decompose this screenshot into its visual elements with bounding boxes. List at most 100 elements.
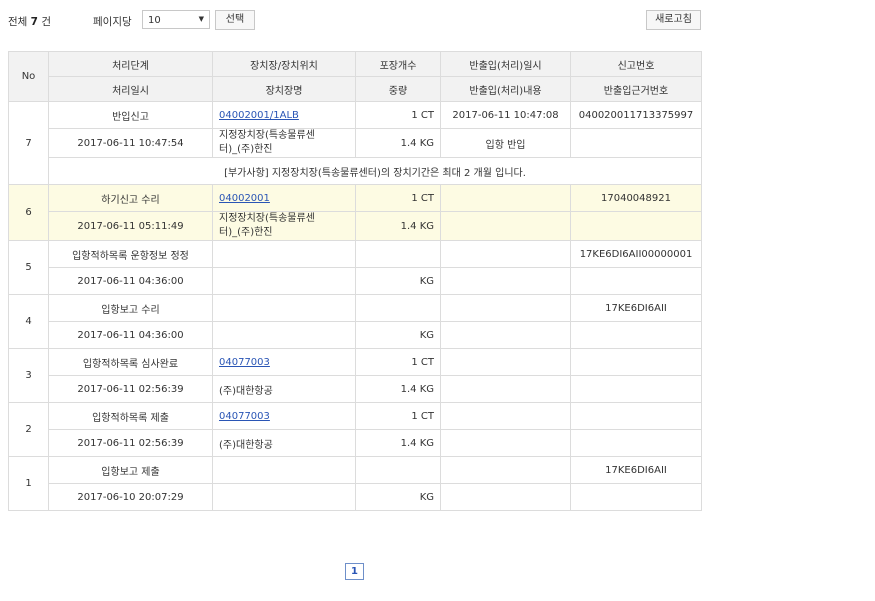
row-stage: 입항보고 제출 [48,456,213,484]
row-inout-basis [570,211,702,241]
history-table: No 처리단계 장치장/장치위치 포장개수 반출입(처리)일시 신고번호 처리일… [8,51,702,511]
row-process-datetime: 2017-06-11 10:47:54 [48,128,213,158]
row-process-datetime: 2017-06-11 02:56:39 [48,375,213,403]
refresh-button[interactable]: 새로고침 [646,10,701,30]
row-location-name [212,483,356,511]
table-row: 6 하기신고 수리 04002001 1 CT 17040048921 [8,184,702,241]
row-process-datetime: 2017-06-11 04:36:00 [48,321,213,349]
row-inout-datetime: 2017-06-11 10:47:08 [440,101,571,129]
table-row-detail: 2017-06-11 04:36:00 KG [9,321,702,349]
total-count: 7 [30,16,38,28]
location-link[interactable]: 04077003 [219,411,270,422]
row-inout-datetime [440,348,571,376]
row-location-name: (주)대한항공 [212,429,356,457]
row-inout-detail [440,483,571,511]
row-process-datetime: 2017-06-11 05:11:49 [48,211,213,241]
row-note: [부가사항] 지정장치장(특송물류센터)의 장치기간은 최대 2 개월 입니다. [48,157,702,185]
header-stage: 처리단계 [48,51,213,77]
row-packages [355,456,441,484]
row-weight: 1.4 KG [355,211,441,241]
table-row-detail: 2017-06-11 02:56:39 (주)대한항공 1.4 KG [9,375,702,403]
header-location: 장치장/장치위치 [212,51,356,77]
row-inout-basis [570,267,702,295]
row-report-no: 17040048921 [570,184,702,212]
row-no: 2 [8,402,49,457]
header-weight: 중량 [355,76,441,102]
row-packages: 1 CT [355,348,441,376]
row-inout-detail [440,429,571,457]
row-weight: KG [355,483,441,511]
table-row: 3 입항적하목록 심사완료 04077003 1 CT [8,348,702,403]
row-process-datetime: 2017-06-11 04:36:00 [48,267,213,295]
select-button[interactable]: 선택 [215,10,255,30]
header-location-name: 장치장명 [212,76,356,102]
row-stage: 하기신고 수리 [48,184,213,212]
per-page-select[interactable]: 10 ▼ [142,10,210,29]
per-page-label: 페이지당 [93,16,132,28]
per-page-value: 10 [148,15,161,26]
row-inout-datetime [440,294,571,322]
total-count-label: 전체 7 건 [8,16,51,28]
pagination-page-current[interactable]: 1 [345,563,364,580]
table-row-detail: 2017-06-11 05:11:49 지정장치장(특송물류센터)_(주)한진 … [9,211,702,241]
row-inout-detail [440,375,571,403]
row-weight: 1.4 KG [355,128,441,158]
row-inout-datetime [440,184,571,212]
row-no: 5 [8,240,49,295]
row-location [212,294,356,322]
row-location-name [212,267,356,295]
row-report-no [570,348,702,376]
location-link[interactable]: 04002001/1ALB [219,110,299,121]
row-inout-basis [570,375,702,403]
row-stage: 입항보고 수리 [48,294,213,322]
row-weight: KG [355,321,441,349]
row-location-name: (주)대한항공 [212,375,356,403]
row-inout-detail: 입항 반입 [440,128,571,158]
row-inout-basis [570,128,702,158]
row-report-no: 17KE6DI6AII [570,456,702,484]
row-packages [355,240,441,268]
row-stage: 반입신고 [48,101,213,129]
row-inout-basis [570,483,702,511]
table-row-detail: 2017-06-10 20:07:29 KG [9,483,702,511]
header-inout-basis: 반출입근거번호 [570,76,702,102]
row-weight: 1.4 KG [355,429,441,457]
row-packages: 1 CT [355,184,441,212]
row-no: 3 [8,348,49,403]
header-report-no: 신고번호 [570,51,702,77]
row-inout-basis [570,321,702,349]
row-location [212,456,356,484]
table-row: 1 입항보고 제출 17KE6DI6AII [8,456,702,511]
row-report-no: 17KE6DI6AII [570,294,702,322]
row-stage: 입항적하목록 심사완료 [48,348,213,376]
row-report-no: 17KE6DI6AII00000001 [570,240,702,268]
row-process-datetime: 2017-06-10 20:07:29 [48,483,213,511]
header-process-datetime: 처리일시 [48,76,213,102]
chevron-down-icon: ▼ [198,15,204,23]
row-inout-detail [440,321,571,349]
row-location [212,240,356,268]
row-inout-datetime [440,240,571,268]
header-packages: 포장개수 [355,51,441,77]
table-row-detail: 2017-06-11 04:36:00 KG [9,267,702,295]
row-no: 7 [8,101,49,185]
table-row: 2 입항적하목록 제출 04077003 1 CT [8,402,702,457]
row-weight: 1.4 KG [355,375,441,403]
row-no: 4 [8,294,49,349]
table-row-detail: 2017-06-11 10:47:54 지정장치장(특송물류센터)_(주)한진 … [9,128,702,158]
row-packages: 1 CT [355,101,441,129]
location-link[interactable]: 04002001 [219,193,270,204]
table-row-detail: 2017-06-11 02:56:39 (주)대한항공 1.4 KG [9,429,702,457]
row-inout-basis [570,429,702,457]
row-stage: 입항적하목록 운항정보 정정 [48,240,213,268]
row-report-no: 040020011713375997 [570,101,702,129]
header-inout-datetime: 반출입(처리)일시 [440,51,571,77]
location-link[interactable]: 04077003 [219,357,270,368]
toolbar: 전체 7 건 페이지당 10 ▼ 선택 새로고침 [8,9,701,31]
row-inout-datetime [440,456,571,484]
table-row: 4 입항보고 수리 17KE6DI6AII [8,294,702,349]
row-inout-datetime [440,402,571,430]
row-no: 6 [8,184,49,241]
row-report-no [570,402,702,430]
row-process-datetime: 2017-06-11 02:56:39 [48,429,213,457]
